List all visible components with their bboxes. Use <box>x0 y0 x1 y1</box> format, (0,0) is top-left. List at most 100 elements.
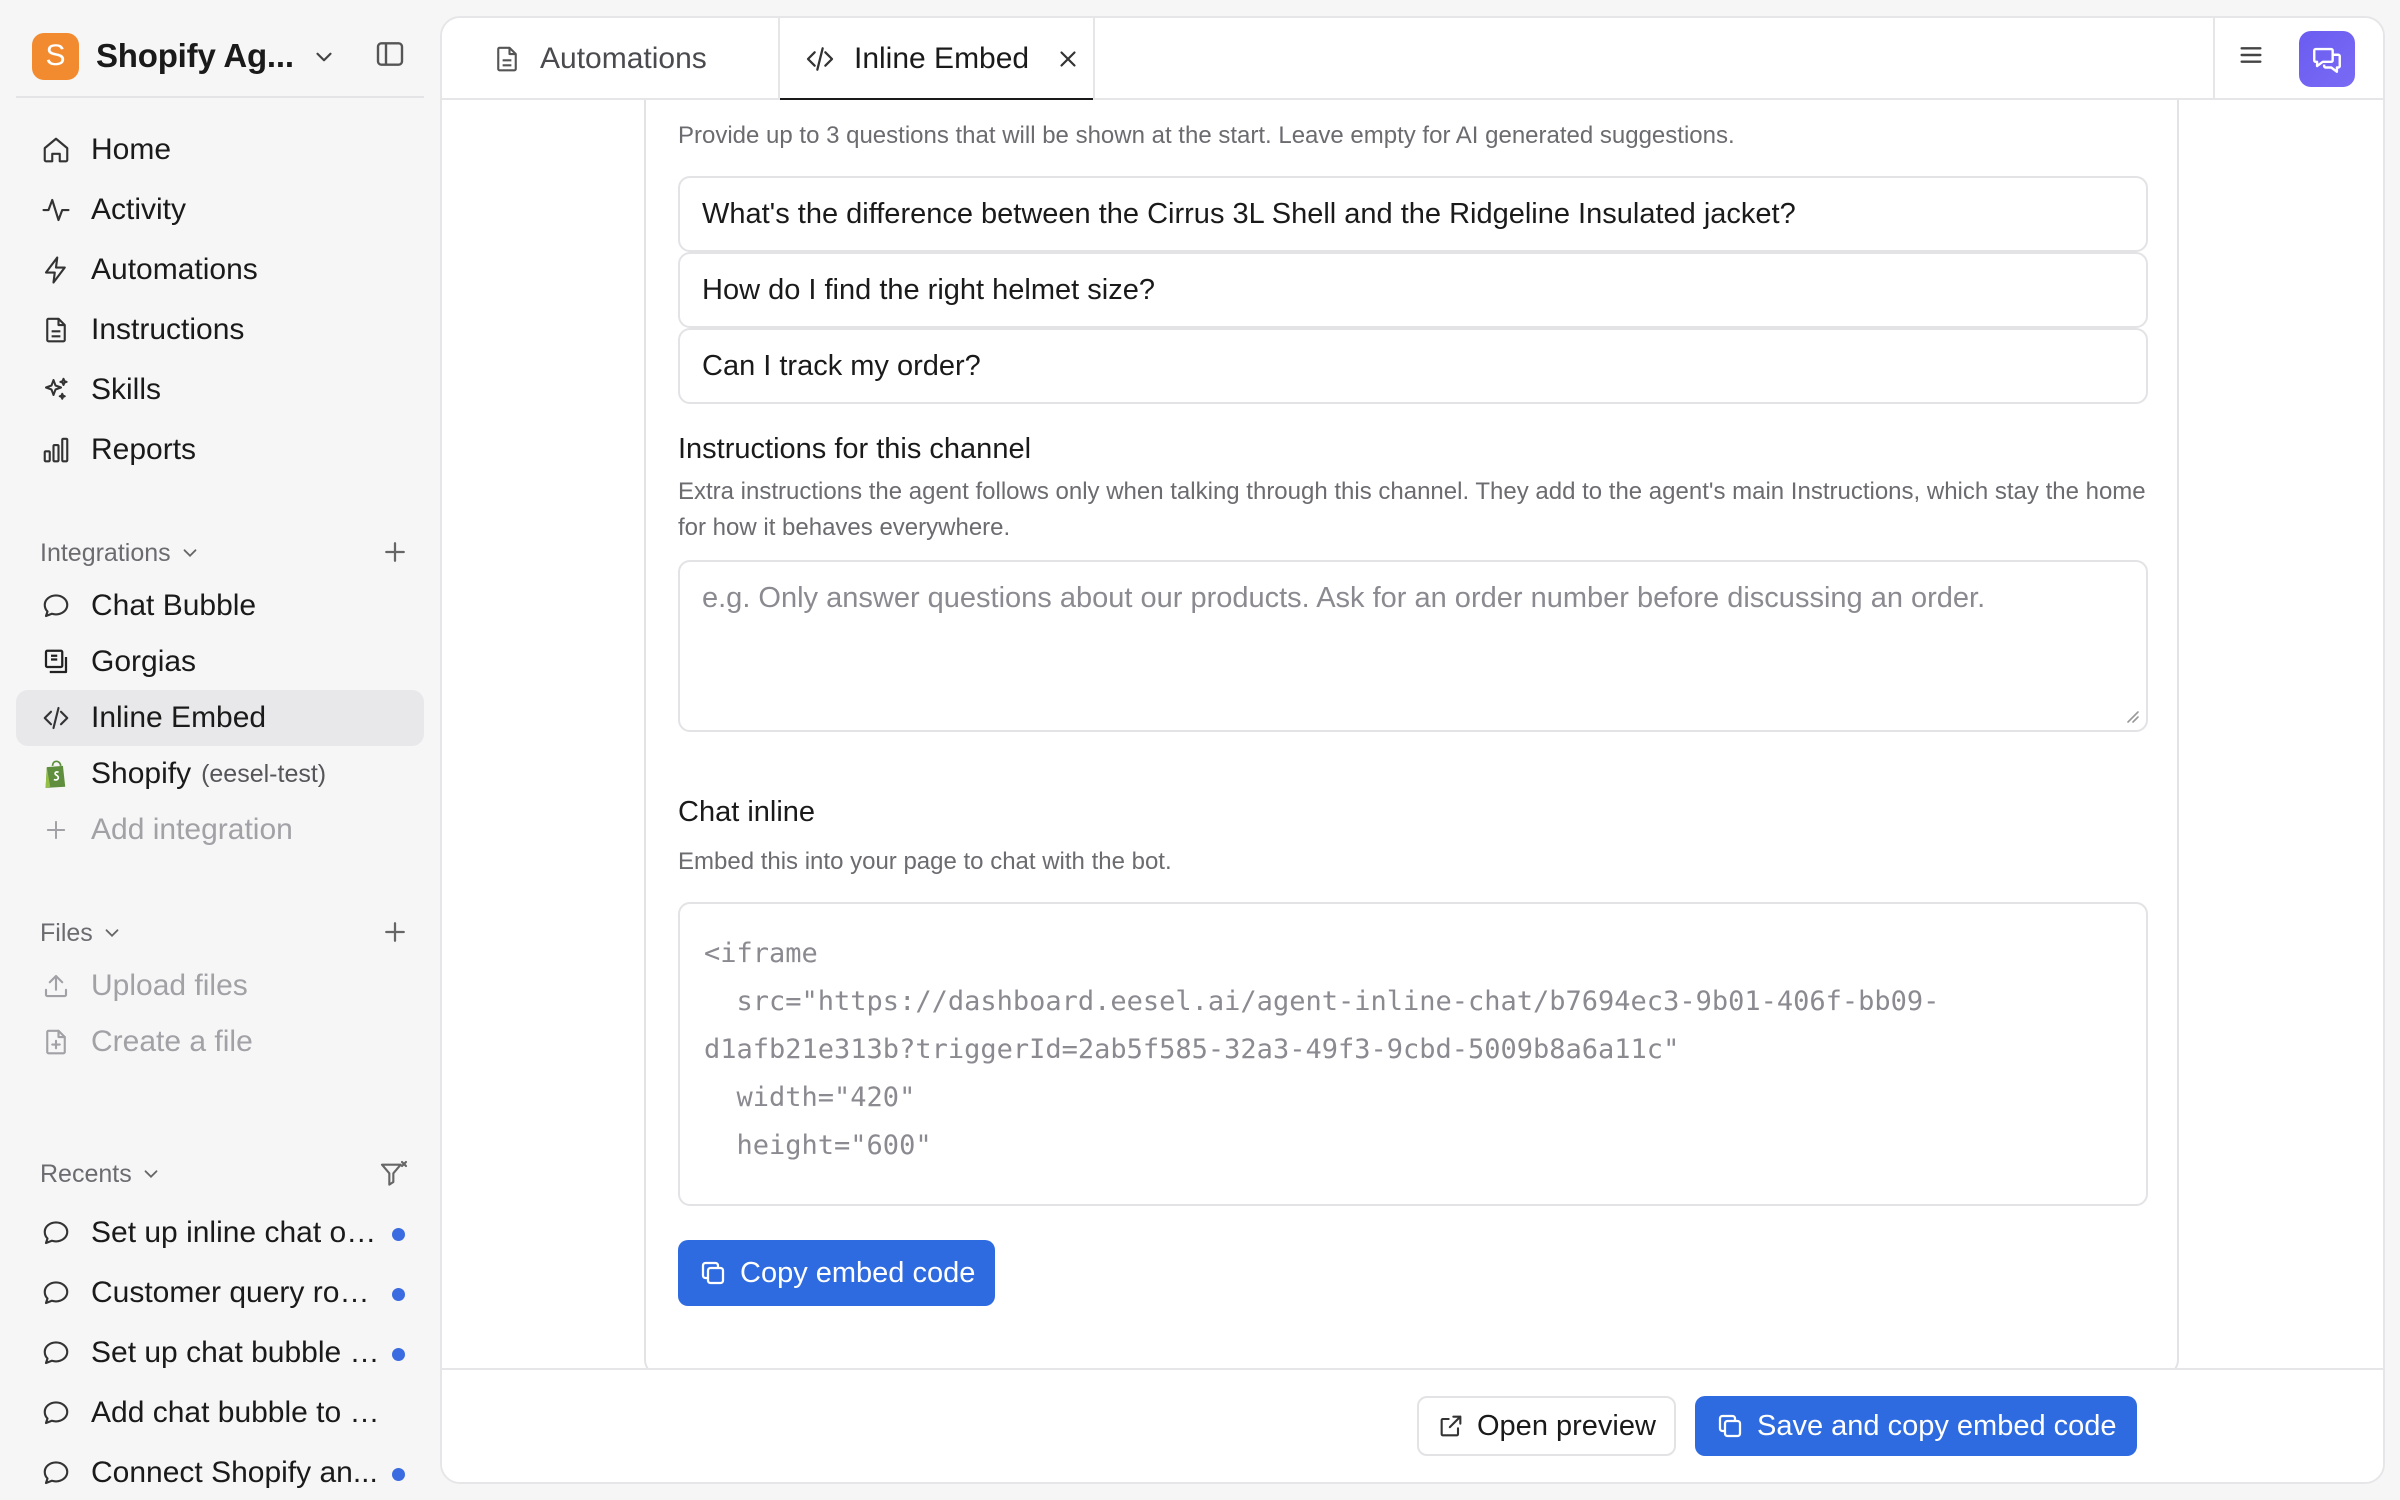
nav-label: Home <box>91 133 172 166</box>
upload-files-button[interactable]: Upload files <box>16 958 424 1014</box>
bar-chart-icon <box>40 434 72 466</box>
recents-list: Set up inline chat on ... Customer query… <box>16 1203 424 1500</box>
recent-item-label: Set up inline chat on ... <box>91 1216 386 1249</box>
add-file-plus-icon[interactable] <box>380 917 410 947</box>
integrations-section-header[interactable]: Integrations <box>40 533 420 573</box>
integration-gorgias[interactable]: Gorgias <box>16 634 424 690</box>
save-and-copy-button[interactable]: Save and copy embed code <box>1695 1396 2137 1456</box>
unread-dot <box>392 1348 405 1361</box>
button-label: Save and copy embed code <box>1757 1409 2117 1442</box>
external-link-icon <box>1437 1412 1465 1440</box>
resize-handle-icon[interactable] <box>2122 706 2140 724</box>
workspace-switcher[interactable]: S Shopify Ag... <box>16 20 424 92</box>
suggested-question-input[interactable]: What's the difference between the Cirrus… <box>678 176 2148 252</box>
sidebar: S Shopify Ag... Home Activity Automation… <box>0 0 440 1500</box>
code-icon <box>40 702 72 734</box>
nav-item-skills[interactable]: Skills <box>16 360 424 420</box>
recents-section-header[interactable]: Recents <box>40 1154 420 1194</box>
integrations-list: Chat Bubble Gorgias Inline Embed Shopify… <box>16 578 424 858</box>
integration-label: Chat Bubble <box>91 589 257 622</box>
embed-code-block[interactable]: <iframe src="https://dashboard.eesel.ai/… <box>678 902 2148 1206</box>
chat-bubble-icon <box>40 1397 72 1429</box>
suggested-question-input[interactable]: How do I find the right helmet size? <box>678 252 2148 328</box>
tabbar-actions <box>2213 18 2383 100</box>
recent-item-label: Connect Shopify an... <box>91 1456 378 1489</box>
nav-label: Skills <box>91 373 162 406</box>
tab-label: Inline Embed <box>854 42 1030 75</box>
channel-instructions-textarea[interactable]: e.g. Only answer questions about our pro… <box>678 560 2148 732</box>
settings-card: Provide up to 3 questions that will be s… <box>644 100 2179 1372</box>
unread-dot <box>392 1228 405 1241</box>
recents-heading: Recents <box>40 1159 132 1188</box>
suggested-questions-description: Provide up to 3 questions that will be s… <box>678 122 1735 149</box>
document-icon <box>40 314 72 346</box>
integration-sublabel: (eesel-test) <box>201 759 327 788</box>
chat-bubble-icon <box>40 1277 72 1309</box>
chat-inline-description: Embed this into your page to chat with t… <box>678 848 1172 875</box>
add-integration-button[interactable]: Add integration <box>16 802 424 858</box>
sidebar-divider <box>16 96 424 98</box>
integrations-heading: Integrations <box>40 538 171 567</box>
menu-icon[interactable] <box>2235 39 2267 71</box>
tab-label: Automations <box>540 42 707 75</box>
files-section-header[interactable]: Files <box>40 913 420 953</box>
recent-item[interactable]: Connect Shopify an... <box>16 1443 424 1500</box>
add-integration-plus-icon[interactable] <box>380 537 410 567</box>
activity-icon <box>40 194 72 226</box>
gorgias-icon <box>40 646 72 678</box>
sidebar-toggle-icon[interactable] <box>374 38 406 70</box>
recent-item[interactable]: Customer query rout... <box>16 1263 424 1323</box>
nav-label: Instructions <box>91 313 245 346</box>
create-file-button[interactable]: Create a file <box>16 1014 424 1070</box>
tab-inline-embed[interactable]: Inline Embed <box>780 18 1095 102</box>
content-scroll-area[interactable]: Provide up to 3 questions that will be s… <box>442 100 2383 1372</box>
home-icon <box>40 134 72 166</box>
files-heading: Files <box>40 918 93 947</box>
main-panel: Automations Inline Embed Provide up to 3… <box>440 16 2385 1484</box>
recent-item[interactable]: Add chat bubble to Sh... <box>16 1383 424 1443</box>
workspace-name: Shopify Ag... <box>96 37 294 74</box>
unread-dot <box>392 1288 405 1301</box>
integration-shopify[interactable]: Shopify (eesel-test) <box>16 746 424 802</box>
chat-bubble-icon <box>40 1217 72 1249</box>
recent-item-label: Customer query rout... <box>91 1276 386 1309</box>
open-preview-button[interactable]: Open preview <box>1417 1396 1676 1456</box>
integration-chat-bubble[interactable]: Chat Bubble <box>16 578 424 634</box>
copy-embed-code-button[interactable]: Copy embed code <box>678 1240 996 1306</box>
suggested-questions-list: What's the difference between the Cirrus… <box>678 176 2148 404</box>
files-item-label: Upload files <box>91 969 248 1002</box>
filter-clear-icon[interactable] <box>378 1158 410 1190</box>
nav-item-instructions[interactable]: Instructions <box>16 300 424 360</box>
nav-label: Activity <box>91 193 187 226</box>
new-file-icon <box>40 1026 72 1058</box>
assistant-chat-button[interactable] <box>2299 31 2355 87</box>
recent-item[interactable]: Set up chat bubble h... <box>16 1323 424 1383</box>
nav-label: Automations <box>91 253 258 286</box>
integration-inline-embed[interactable]: Inline Embed <box>16 690 424 746</box>
recent-item[interactable]: Set up inline chat on ... <box>16 1203 424 1263</box>
nav-item-activity[interactable]: Activity <box>16 180 424 240</box>
code-icon <box>804 43 836 75</box>
suggested-question-input[interactable]: Can I track my order? <box>678 328 2148 404</box>
chat-bubble-icon <box>40 1337 72 1369</box>
files-item-label: Create a file <box>91 1025 253 1058</box>
plus-icon <box>40 814 72 846</box>
nav-item-automations[interactable]: Automations <box>16 240 424 300</box>
chevron-down-icon <box>311 44 337 70</box>
close-icon[interactable] <box>1055 46 1081 72</box>
nav-label: Reports <box>91 433 197 466</box>
document-icon <box>492 44 522 74</box>
nav-item-reports[interactable]: Reports <box>16 420 424 480</box>
main-nav: Home Activity Automations Instructions S… <box>16 120 424 480</box>
tab-automations[interactable]: Automations <box>442 18 780 100</box>
chevron-down-icon <box>101 922 123 944</box>
tab-bar: Automations Inline Embed <box>442 18 2383 102</box>
button-label: Copy embed code <box>740 1256 976 1289</box>
nav-item-home[interactable]: Home <box>16 120 424 180</box>
chat-bubble-icon <box>40 1457 72 1489</box>
integration-label: Shopify <box>91 757 192 790</box>
chat-icon <box>2310 42 2344 76</box>
lightning-icon <box>40 254 72 286</box>
channel-instructions-description: Extra instructions the agent follows onl… <box>678 478 2146 541</box>
copy-icon <box>1715 1411 1745 1441</box>
